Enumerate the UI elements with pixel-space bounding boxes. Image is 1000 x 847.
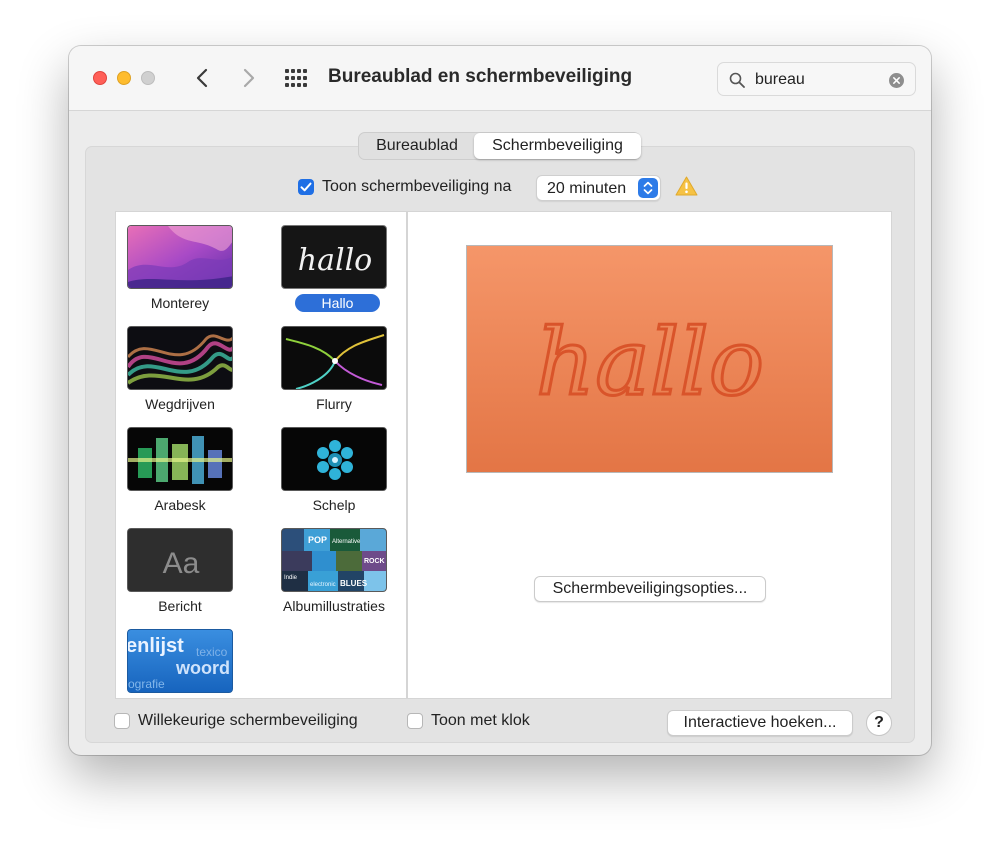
- bericht-thumbnail: Aa: [127, 528, 233, 592]
- arabesk-thumbnail: [127, 427, 233, 491]
- tab-schermbeveiliging[interactable]: Schermbeveiliging: [474, 133, 641, 159]
- screensaver-item-arabesk[interactable]: Arabesk: [116, 427, 244, 527]
- preferences-window: Bureaublad en schermbeveiliging Bureaubl…: [69, 46, 931, 755]
- monterey-thumbnail: [127, 225, 233, 289]
- screensaver-item-albumillustraties[interactable]: POP BLUES electronic Alternative Indie R…: [270, 528, 398, 628]
- album-text-electronic: electronic: [310, 582, 336, 588]
- hallo-thumb-text: hallo: [298, 243, 372, 278]
- screensaver-item-flurry[interactable]: Flurry: [270, 326, 398, 426]
- show-clock-checkbox[interactable]: [407, 713, 423, 729]
- show-after-checkbox[interactable]: [298, 179, 314, 195]
- hallo-thumbnail: hallo: [281, 225, 387, 289]
- albumillustraties-thumbnail: POP BLUES electronic Alternative Indie R…: [281, 528, 387, 592]
- chevron-left-icon[interactable]: [191, 66, 215, 90]
- chevron-updown-icon: [638, 178, 658, 198]
- screensaver-name: Albumillustraties: [283, 598, 385, 614]
- album-text-indie: Indie: [284, 575, 298, 581]
- wordlist-text-2: woord: [175, 658, 230, 678]
- screensaver-item-bericht[interactable]: Aa Bericht: [116, 528, 244, 628]
- checkmark-icon: [300, 182, 312, 192]
- woord-thumbnail: enlijst woord texico ografie: [127, 629, 233, 693]
- wordlist-text-3: texico: [196, 645, 228, 659]
- zoom-window-button[interactable]: [141, 71, 155, 85]
- help-button[interactable]: ?: [866, 710, 892, 736]
- screensaver-item-hallo[interactable]: hallo Hallo: [270, 225, 398, 325]
- preview-hallo-text: hallo: [536, 309, 764, 416]
- random-screensaver-checkbox[interactable]: [114, 713, 130, 729]
- tab-bar: Bureaublad Schermbeveiliging: [358, 132, 641, 160]
- screensaver-name: Arabesk: [154, 497, 206, 513]
- idle-time-select[interactable]: 20 minuten: [536, 175, 661, 201]
- chevron-right-icon[interactable]: [236, 66, 260, 90]
- random-screensaver-label: Willekeurige schermbeveiliging: [138, 712, 358, 729]
- flurry-thumbnail: [281, 326, 387, 390]
- screensaver-name: Schelp: [312, 497, 356, 513]
- screensaver-options-button[interactable]: Schermbeveiligingsopties...: [534, 576, 766, 602]
- warning-icon[interactable]: [675, 176, 698, 196]
- clear-icon[interactable]: [889, 73, 904, 88]
- wordlist-text-1: enlijst: [128, 635, 184, 657]
- screensaver-name: Flurry: [316, 396, 352, 412]
- screensaver-name: Bericht: [158, 598, 202, 614]
- title-bar: Bureaublad en schermbeveiliging: [69, 46, 931, 111]
- screensaver-name: Monterey: [150, 295, 210, 311]
- preview-area: hallo Schermbeveiligingsopties...: [407, 211, 892, 699]
- album-text-pop: POP: [308, 535, 327, 545]
- album-text-rock: ROCK: [364, 558, 385, 565]
- search-icon: [729, 72, 745, 88]
- wordlist-text-4: ografie: [128, 677, 165, 691]
- window-title: Bureaublad en schermbeveiliging: [328, 66, 633, 87]
- album-text-blues: BLUES: [340, 579, 368, 588]
- album-text-alternative: Alternative: [332, 539, 361, 545]
- show-clock-label: Toon met klok: [431, 712, 530, 729]
- close-window-button[interactable]: [93, 71, 107, 85]
- search-input[interactable]: [755, 70, 883, 90]
- screensaver-name: Hallo: [295, 294, 380, 312]
- idle-time-value: 20 minuten: [547, 180, 627, 197]
- wegdrijven-thumbnail: [127, 326, 233, 390]
- tab-bureaublad[interactable]: Bureaublad: [359, 133, 475, 159]
- screensaver-item-woord[interactable]: enlijst woord texico ografie: [116, 629, 244, 698]
- screensaver-list[interactable]: Monterey hallo Hallo Wegdrijven Flurry A…: [115, 211, 407, 699]
- bericht-thumb-text: Aa: [163, 547, 200, 580]
- schelp-thumbnail: [281, 427, 387, 491]
- screensaver-item-wegdrijven[interactable]: Wegdrijven: [116, 326, 244, 426]
- screensaver-item-schelp[interactable]: Schelp: [270, 427, 398, 527]
- screensaver-item-monterey[interactable]: Monterey: [116, 225, 244, 325]
- minimize-window-button[interactable]: [117, 71, 131, 85]
- screensaver-preview: hallo: [466, 245, 833, 473]
- grid-icon[interactable]: [285, 69, 307, 87]
- show-after-label: Toon schermbeveiliging na: [322, 178, 512, 195]
- search-field[interactable]: [717, 62, 916, 96]
- screensaver-name: Wegdrijven: [145, 396, 215, 412]
- hot-corners-button[interactable]: Interactieve hoeken...: [667, 710, 853, 736]
